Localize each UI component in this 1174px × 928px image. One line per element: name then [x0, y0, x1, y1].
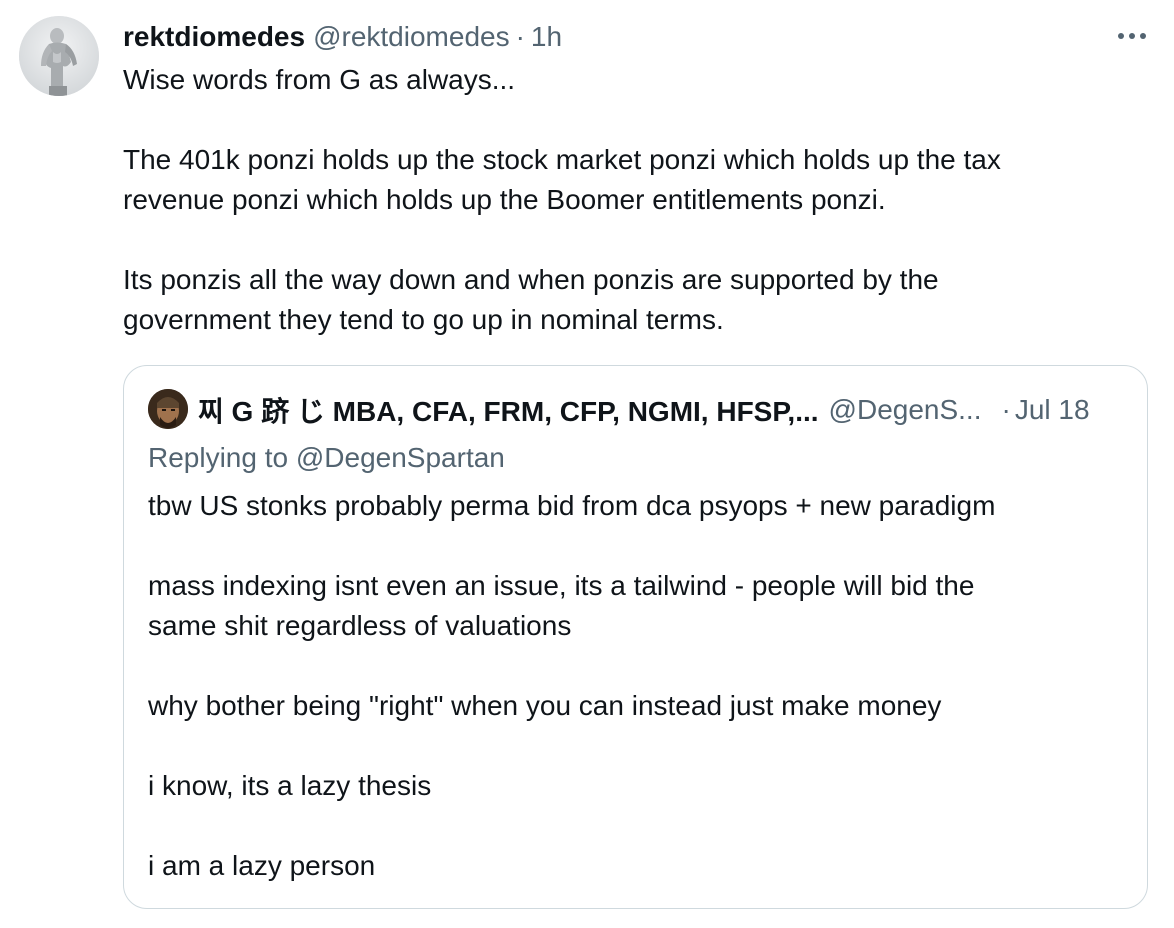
spartan-avatar-icon [148, 389, 188, 429]
quoted-text-line: why bother being "right" when you can in… [148, 690, 942, 721]
author-avatar[interactable] [19, 16, 99, 96]
separator-dot: · [515, 21, 525, 52]
tweet-text-line: The 401k ponzi holds up the stock market… [123, 144, 1001, 175]
tweet-timestamp[interactable]: 1h [531, 21, 562, 53]
separator-dot: · [1001, 394, 1011, 425]
tweet-text: Wise words from G as always... The 401k … [123, 60, 1133, 340]
quoted-text-line: same shit regardless of valuations [148, 610, 572, 641]
tweet-text-line: revenue ponzi which holds up the Boomer … [123, 184, 886, 215]
quoted-text-line: mass indexing isnt even an issue, its a … [148, 570, 975, 601]
quoted-tweet-text: tbw US stonks probably perma bid from dc… [148, 486, 1128, 886]
quoted-tweet-header: 찌 G 跻 じ MBA, CFA, FRM, CFP, NGMI, HFSP,.… [198, 390, 1138, 430]
quoted-tweet-timestamp[interactable]: Jul 18 [1015, 394, 1090, 426]
tweet-text-line: Wise words from G as always... [123, 64, 516, 95]
quoted-text-line: tbw US stonks probably perma bid from dc… [148, 490, 996, 521]
replying-to-label: Replying to [148, 442, 296, 473]
tweet-text-line [123, 220, 1133, 260]
tweet-text-line: government they tend to go up in nominal… [123, 304, 724, 335]
quoted-author-name[interactable]: 찌 G 跻 じ MBA, CFA, FRM, CFP, NGMI, HFSP,.… [198, 390, 819, 430]
replying-to-mention[interactable]: @DegenSpartan [296, 442, 505, 473]
quoted-tweet[interactable]: 찌 G 跻 じ MBA, CFA, FRM, CFP, NGMI, HFSP,.… [123, 365, 1148, 909]
tweet-text-line [123, 100, 1133, 140]
quoted-author-handle[interactable]: @DegenS... [829, 394, 982, 426]
replying-to-line: Replying to @DegenSpartan [148, 438, 505, 478]
more-options-button[interactable] [1116, 24, 1148, 48]
more-horizontal-icon [1118, 33, 1146, 39]
quoted-text-line [148, 646, 1128, 686]
quoted-text-line: i am a lazy person [148, 850, 376, 881]
quoted-text-line [148, 726, 1128, 766]
quoted-author-avatar[interactable] [148, 389, 188, 429]
author-name[interactable]: rektdiomedes [123, 21, 305, 53]
quoted-text-line [148, 806, 1128, 846]
quoted-text-line [148, 526, 1128, 566]
statue-avatar-icon [19, 16, 99, 96]
tweet[interactable]: rektdiomedes @rektdiomedes · 1h Wise wor… [0, 0, 1174, 928]
tweet-text-line: Its ponzis all the way down and when pon… [123, 264, 939, 295]
quoted-text-line: i know, its a lazy thesis [148, 770, 432, 801]
author-handle[interactable]: @rektdiomedes [313, 21, 510, 53]
tweet-header: rektdiomedes @rektdiomedes · 1h [123, 18, 562, 56]
